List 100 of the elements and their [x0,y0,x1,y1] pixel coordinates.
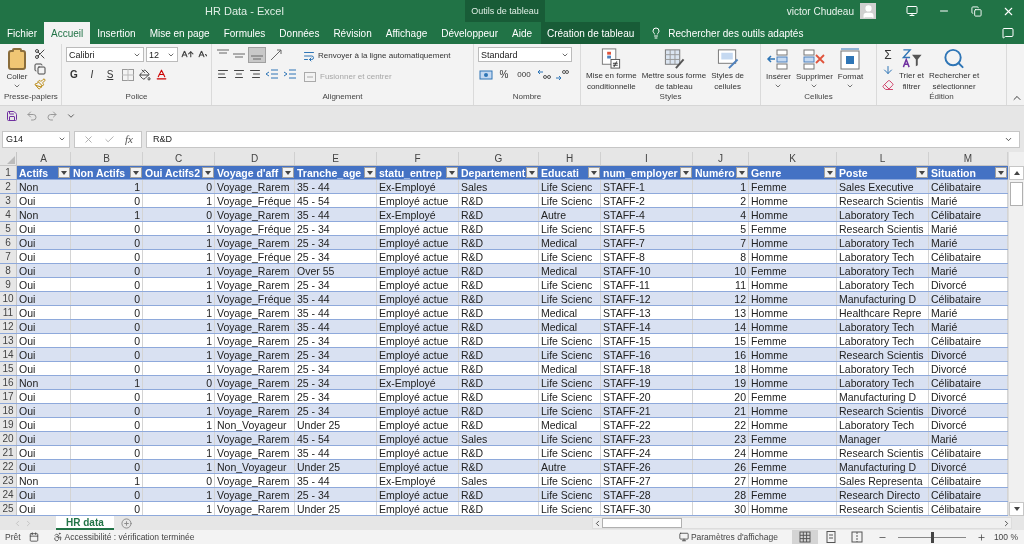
percent-button[interactable]: % [496,66,512,83]
horizontal-scrollbar[interactable] [592,517,1012,529]
row-header[interactable]: 12 [0,320,17,333]
row-header[interactable]: 19 [0,418,17,431]
italic-button[interactable]: I [84,66,100,83]
ribbon-tab[interactable]: Affichage [378,22,435,44]
row-header[interactable]: 2 [0,180,17,193]
table-cell: 0 [71,250,143,263]
cells-button[interactable]: Insérer [765,47,792,92]
filter-button[interactable] [916,167,928,178]
filter-button[interactable] [282,167,294,178]
row-header[interactable]: 24 [0,488,17,501]
ribbon-tab[interactable]: Accueil [44,22,91,44]
font-size-select[interactable]: 12 [146,47,178,62]
row-header[interactable]: 4 [0,208,17,221]
currency-button[interactable] [478,67,494,82]
underline-button[interactable]: S [102,66,118,83]
align-right-button[interactable] [248,67,262,81]
ribbon-tab[interactable]: Formules [216,22,273,44]
view-button[interactable] [791,530,818,544]
ribbon-tab[interactable]: Développeur [434,22,505,44]
row-header[interactable]: 1 [0,166,17,179]
new-sheet-button[interactable] [119,516,133,530]
accessibility-button[interactable]: Accessibilité : vérification terminée [46,530,201,544]
align-left-button[interactable] [216,67,230,81]
row-header[interactable]: 3 [0,194,17,207]
row-header[interactable]: 15 [0,362,17,375]
styles-button[interactable]: Styles de cellules [710,47,746,92]
styles-button[interactable]: Mise en forme conditionnelle [585,47,638,92]
row-header[interactable]: 11 [0,306,17,319]
ribbon-tab[interactable]: Révision [326,22,379,44]
row-header[interactable]: 21 [0,446,17,459]
save-button[interactable] [5,109,19,123]
scroll-down-button[interactable] [1009,502,1024,516]
number-format-select[interactable]: Standard [478,47,572,62]
row-header[interactable]: 10 [0,292,17,305]
ribbon-tab[interactable]: Aide [505,22,539,44]
scrollbar-thumb[interactable] [1010,182,1023,206]
fill-color-button[interactable] [138,67,152,82]
increase-decimal-button[interactable] [536,67,552,82]
cells-button[interactable]: Format [836,47,865,92]
editing-button[interactable]: Rechercher et sélectionner [928,47,981,92]
row-header[interactable]: 9 [0,278,17,291]
orientation-button[interactable] [268,48,284,62]
copy-button[interactable] [33,62,47,76]
ribbon-tab[interactable]: Insertion [90,22,143,44]
thousands-button[interactable]: 000 [514,66,534,83]
wrap-text-button[interactable]: Renvoyer à la ligne automatiquement [301,47,453,64]
decrease-decimal-button[interactable] [554,67,570,82]
autosum-button[interactable]: Σ [881,47,895,62]
row-header[interactable]: 25 [0,502,17,515]
clear-button[interactable] [881,78,895,92]
row-header[interactable]: 23 [0,474,17,487]
styles-button[interactable]: Mettre sous forme de tableau [640,47,708,92]
table-cell: 1 [143,404,215,417]
filter-button[interactable] [526,167,538,178]
align-center-button[interactable] [232,67,246,81]
scroll-up-button[interactable] [1009,166,1024,180]
row-header[interactable]: 5 [0,222,17,235]
row-header[interactable]: 13 [0,334,17,347]
filter-button[interactable] [824,167,836,178]
row-header[interactable]: 20 [0,432,17,445]
ribbon-tab[interactable]: Données [272,22,327,44]
font-color-button[interactable] [154,67,169,82]
search-tools-button[interactable]: Rechercher des outils adaptés [640,22,812,44]
check-icon [104,133,115,145]
table-cell: 21 [693,404,749,417]
name-box[interactable]: G14 [2,130,70,148]
filter-button[interactable] [588,167,600,178]
ribbon-tab[interactable]: Fichier [0,22,44,44]
cut-button[interactable] [33,47,47,61]
filter-button[interactable] [446,167,458,178]
row-header[interactable]: 6 [0,236,17,249]
row-header[interactable]: 14 [0,348,17,361]
editing-button[interactable]: Trier et filtrer [898,47,926,92]
ribbon-tab[interactable]: Création de tableau [541,22,641,44]
paste-button[interactable]: Coller [4,47,30,92]
ribbon-tab[interactable]: Mise en page [142,22,217,44]
filter-button[interactable] [736,167,748,178]
filter-button[interactable] [202,167,214,178]
sheet-tab[interactable]: HR data [56,516,114,530]
row-header[interactable]: 8 [0,264,17,277]
insert-function-button[interactable]: fx [125,133,133,145]
display-settings-button[interactable]: Paramètres d'affichage [672,530,784,544]
cells-button[interactable]: Supprimer [794,47,834,92]
filter-button[interactable] [58,167,70,178]
font-select[interactable]: Calibri [66,47,144,62]
row-header[interactable]: 17 [0,390,17,403]
filter-button[interactable] [130,167,142,178]
filter-button[interactable] [995,167,1007,178]
zoom-thumb[interactable] [930,531,934,543]
filter-button[interactable] [680,167,692,178]
row-header[interactable]: 18 [0,404,17,417]
row-header[interactable]: 16 [0,376,17,389]
filter-button[interactable] [364,167,376,178]
row-header[interactable]: 7 [0,250,17,263]
table-cell: Voyage_Rarem [215,264,295,277]
bold-button[interactable]: G [66,66,82,83]
formula-field[interactable]: R&D [145,130,1020,148]
row-header[interactable]: 22 [0,460,17,473]
